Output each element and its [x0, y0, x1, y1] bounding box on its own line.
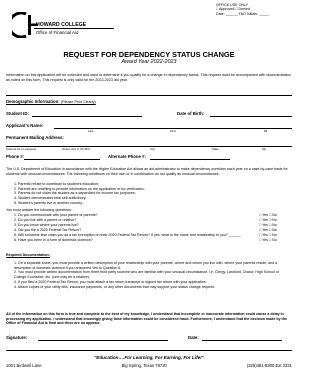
college-name: HOWARD COLLEGE [36, 22, 87, 28]
footer-street: 1001 Birdwell Lane [6, 363, 42, 368]
first-sublabel: First [170, 129, 176, 133]
mailing-field[interactable] [6, 146, 292, 147]
date-label: Date: [188, 335, 199, 340]
question-row: 6. Have you been in a form of domestic v… [14, 238, 292, 243]
demographic-note: (Please Print Clearly) [60, 100, 96, 104]
state-sublabel: State [212, 147, 219, 151]
dob-label: Date of Birth: [177, 111, 205, 116]
phone-field[interactable] [24, 159, 100, 160]
intro-text: Information on this application will be … [6, 73, 291, 83]
city-sublabel: City [150, 147, 155, 151]
certification-text: All of the information on this form is t… [6, 312, 287, 326]
footer-city: Big Spring, Texas 79720 [121, 363, 167, 368]
yes-no-checkbox[interactable]: □ Yes □ No [259, 238, 277, 243]
date-field[interactable] [202, 340, 282, 341]
footer-address: 1001 Birdwell Lane Big Spring, Texas 797… [6, 363, 292, 368]
mi-sublabel: MI [264, 129, 268, 133]
campus-note: (Cannot be on campus) [6, 147, 37, 151]
office-name: Office of Financial Aid [36, 30, 79, 35]
office-use-date: Date: ______ FAO Initials: _____ [216, 11, 269, 16]
award-year: Award Year 2022-2023 [121, 59, 177, 65]
section-divider [6, 95, 292, 96]
alt-phone-label: Alternate Phone #: [108, 154, 146, 159]
signature-field[interactable] [38, 340, 168, 341]
street-sublabel: Street, Apt. #, PO Box [62, 147, 91, 151]
demographic-heading-text: Demographic Information: [6, 99, 60, 104]
required-doc-heading: Required Documentation: [6, 253, 50, 257]
mailing-label: Permanent Mailing Address: [6, 135, 64, 140]
questions-list: 1. Do you communicate with your parent o… [14, 213, 292, 242]
dob-field[interactable] [210, 116, 292, 117]
conditions-list: 1. Parents refuse to contribute to stude… [14, 182, 284, 206]
footer-phone: (325)481-8300 Ext 3331 [246, 363, 292, 368]
condition-item: 5. Student's parents live in another cou… [14, 200, 83, 205]
alt-phone-field[interactable] [150, 159, 230, 160]
form-title: REQUEST FOR DEPENDENCY STATUS CHANGE [63, 50, 235, 59]
last-sublabel: Last [88, 129, 94, 133]
footer-divider [6, 350, 292, 351]
office-use-box: OFFICE USE ONLY □ Approved □ Denied Date… [216, 3, 269, 16]
doc-item: 1. On a separate sheet, you must provide… [14, 261, 278, 270]
student-id-field[interactable] [32, 116, 142, 117]
doc-item: 4. Attach copies of your utility bills, … [14, 284, 215, 289]
phone-label: Phone #: [6, 154, 25, 159]
doc-item: 2. You must provide written documentatio… [14, 270, 279, 280]
signature-label: Signature: [6, 335, 28, 340]
demographic-heading: Demographic Information: (Please Print C… [6, 99, 96, 104]
questions-intro: You must answer the following questions: [6, 208, 72, 212]
zip-sublabel: Zip [262, 147, 267, 151]
header-rule [34, 28, 114, 29]
name-label: Applicant's Name: [6, 123, 44, 128]
student-id-label: Student ID: [6, 111, 29, 116]
docs-list: 1. On a separate sheet, you must provide… [14, 261, 290, 289]
footer-motto: "Education….For Learning, For Earning, F… [94, 355, 204, 360]
question-text: 6. Have you been in a form of domestic v… [14, 237, 93, 242]
doe-paragraph: The U.S. Department of Education in acco… [6, 167, 288, 176]
